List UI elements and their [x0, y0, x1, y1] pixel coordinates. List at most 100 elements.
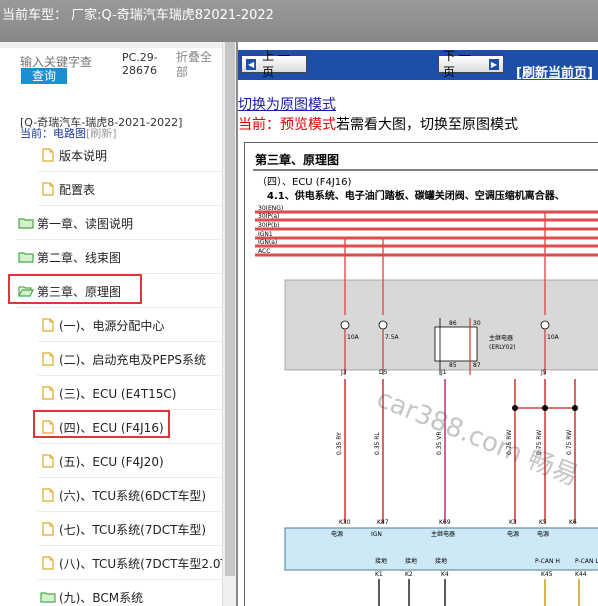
- mode-status: 当前：预览模式若需看大图，切换至原图模式: [238, 114, 518, 134]
- relay-name: 主继电器: [489, 334, 513, 342]
- ecu-pin: K5: [539, 519, 547, 526]
- can-label: P-CAN H: [535, 558, 560, 565]
- tree-item[interactable]: 第一章、读图说明: [18, 206, 133, 240]
- sidebar-scrollbar[interactable]: [222, 42, 236, 606]
- watermark: car388.com 畅易: [372, 384, 582, 492]
- tree-item-label: (五)、ECU (F4J20): [59, 454, 164, 469]
- ecu-terminal-label: IGN: [371, 531, 382, 538]
- file-icon: [40, 182, 56, 196]
- tree-item[interactable]: (六)、TCU系统(6DCT车型): [40, 478, 206, 512]
- fuse-symbol: [378, 320, 388, 330]
- tree-item[interactable]: (二)、启动充电及PEPS系统: [40, 342, 206, 376]
- arrow-right-icon: ▶: [488, 58, 499, 70]
- tree-item[interactable]: (三)、ECU (E4T15C): [40, 376, 176, 410]
- file-icon: [40, 352, 56, 366]
- circuit-diagram[interactable]: 第三章、原理图 （四）、ECU (F4J16) 4.1、供电系统、电子油门踏板、碳罐…: [244, 142, 598, 606]
- folder-icon: [40, 590, 56, 604]
- fuse-symbol: [540, 320, 550, 330]
- tree-item[interactable]: 配置表: [40, 172, 95, 206]
- viewer: ◀ 上 一 页 下 一 页 ▶ [刷新当前页] 切换为原图模式 当前：预览模式若…: [238, 42, 598, 606]
- tree-item[interactable]: (一)、电源分配中心: [40, 308, 164, 342]
- tree-item-label: (七)、TCU系统(7DCT车型): [59, 522, 207, 537]
- wire-label: 0.75 RW: [566, 430, 573, 455]
- ecu-pin: K6: [569, 519, 577, 526]
- folder-icon: [18, 250, 34, 264]
- fuse-rating: 7.5A: [385, 334, 400, 341]
- ecu-pin: K87: [377, 519, 389, 526]
- tree-item[interactable]: (九)、BCM系统: [40, 580, 143, 606]
- tree-item[interactable]: 第二章、线束图: [18, 240, 121, 274]
- switch-original-link[interactable]: 切换为原图模式: [238, 94, 336, 114]
- collapse-all-link[interactable]: 折叠全部: [176, 50, 216, 80]
- fuse-symbol: [340, 320, 350, 330]
- ecu-terminal-label: 电源: [331, 530, 343, 538]
- connector-pin: J3: [340, 369, 347, 376]
- arrow-left-icon: ◀: [246, 58, 257, 70]
- lower-pin-label: K2: [405, 571, 413, 578]
- tree-item-label: (三)、ECU (E4T15C): [59, 386, 177, 401]
- ecu-terminal-label: 电源: [537, 530, 549, 538]
- splice-dot: [572, 405, 578, 411]
- tree-item-label: 配置表: [59, 182, 96, 197]
- relay-pin-label: 87: [473, 362, 481, 369]
- can-label: P-CAN L: [575, 558, 598, 565]
- ecu-terminal-label: 电源: [507, 530, 519, 538]
- tree-item-label: (一)、电源分配中心: [59, 318, 165, 333]
- mode-prefix: 当前：预览模式: [238, 117, 336, 133]
- lower-pin-label: K4: [441, 571, 449, 578]
- lower-pin-label: K1: [375, 571, 383, 578]
- tree-item-label: (八)、TCU系统(7DCT车型2.0T): [59, 556, 233, 571]
- rail-label: 30IP(b): [258, 222, 280, 229]
- next-page-label: 下 一 页: [443, 49, 471, 79]
- ground-label: 接地: [405, 557, 417, 565]
- highlight-chapter-three: [8, 274, 142, 304]
- lower-pin-label: K44: [575, 571, 587, 578]
- pc-code: PC.29-28676: [122, 51, 158, 77]
- fuse-rating: 10A: [547, 334, 560, 341]
- splice-dot: [512, 405, 518, 411]
- tree-item[interactable]: (七)、TCU系统(7DCT车型): [40, 512, 206, 546]
- ecu-pin: K30: [339, 519, 351, 526]
- tree-item-label: 第一章、读图说明: [37, 216, 134, 231]
- scrollbar-thumb[interactable]: [225, 42, 235, 576]
- ground-label: 接地: [435, 557, 447, 565]
- tree-item[interactable]: (八)、TCU系统(7DCT车型2.0T): [40, 546, 233, 580]
- ecu-pin: K3: [509, 519, 517, 526]
- wire-label: 0.35 RL: [374, 432, 381, 455]
- file-icon: [40, 318, 56, 332]
- prev-page-button[interactable]: ◀ 上 一 页: [241, 49, 307, 79]
- tree-item[interactable]: 版本说明: [40, 138, 107, 172]
- splice-dot: [542, 405, 548, 411]
- connector-pin: J5: [540, 369, 547, 376]
- next-page-button[interactable]: 下 一 页 ▶: [438, 49, 504, 79]
- folder-icon: [18, 216, 34, 230]
- rail-label: 30IP(a): [258, 213, 279, 220]
- lower-pin-label: K45: [541, 571, 553, 578]
- refresh-current-page-link[interactable]: [刷新当前页]: [516, 62, 593, 81]
- tree-item-label: 第二章、线束图: [37, 250, 122, 265]
- file-icon: [40, 148, 56, 162]
- file-icon: [40, 488, 56, 502]
- relay-pin-label: 86: [449, 320, 457, 327]
- main-relay-symbol: [434, 326, 478, 362]
- tree-item-label: 版本说明: [59, 148, 108, 163]
- connector-pin: D5: [379, 369, 388, 376]
- relay-pin-label: 30: [473, 320, 481, 327]
- page-title: 当前车型： 厂家:Q-奇瑞汽车瑞虎82021-2022: [2, 8, 274, 23]
- ground-label: 接地: [375, 557, 387, 565]
- search-button[interactable]: 查询: [21, 68, 67, 84]
- tree-item[interactable]: (五)、ECU (F4J20): [40, 444, 164, 478]
- file-icon: [40, 386, 56, 400]
- tree-item-label: (九)、BCM系统: [59, 590, 144, 605]
- diagram-subsection-title: 4.1、供电系统、电子油门踏板、碳罐关闭阀、空调压缩机离合器、: [267, 189, 565, 202]
- rail-label: ACC: [258, 248, 270, 255]
- rail-label: IGN(a): [258, 239, 277, 246]
- sidebar: 查询 PC.29-28676 折叠全部 [Q-奇瑞汽车-瑞虎8-2021-202…: [0, 42, 236, 606]
- sidebar-top-strip: [0, 42, 236, 48]
- rail-label: IGN1: [258, 231, 273, 238]
- diagram-svg: 第三章、原理图 （四）、ECU (F4J16)4.1、供电系统、电子油门踏板、碳罐…: [253, 152, 598, 606]
- prev-page-label: 上 一 页: [262, 49, 290, 79]
- connector-pin: J1: [440, 369, 447, 376]
- diagram-chapter-title: 第三章、原理图: [255, 152, 339, 167]
- page-nav-bar: ◀ 上 一 页 下 一 页 ▶ [刷新当前页]: [238, 49, 598, 81]
